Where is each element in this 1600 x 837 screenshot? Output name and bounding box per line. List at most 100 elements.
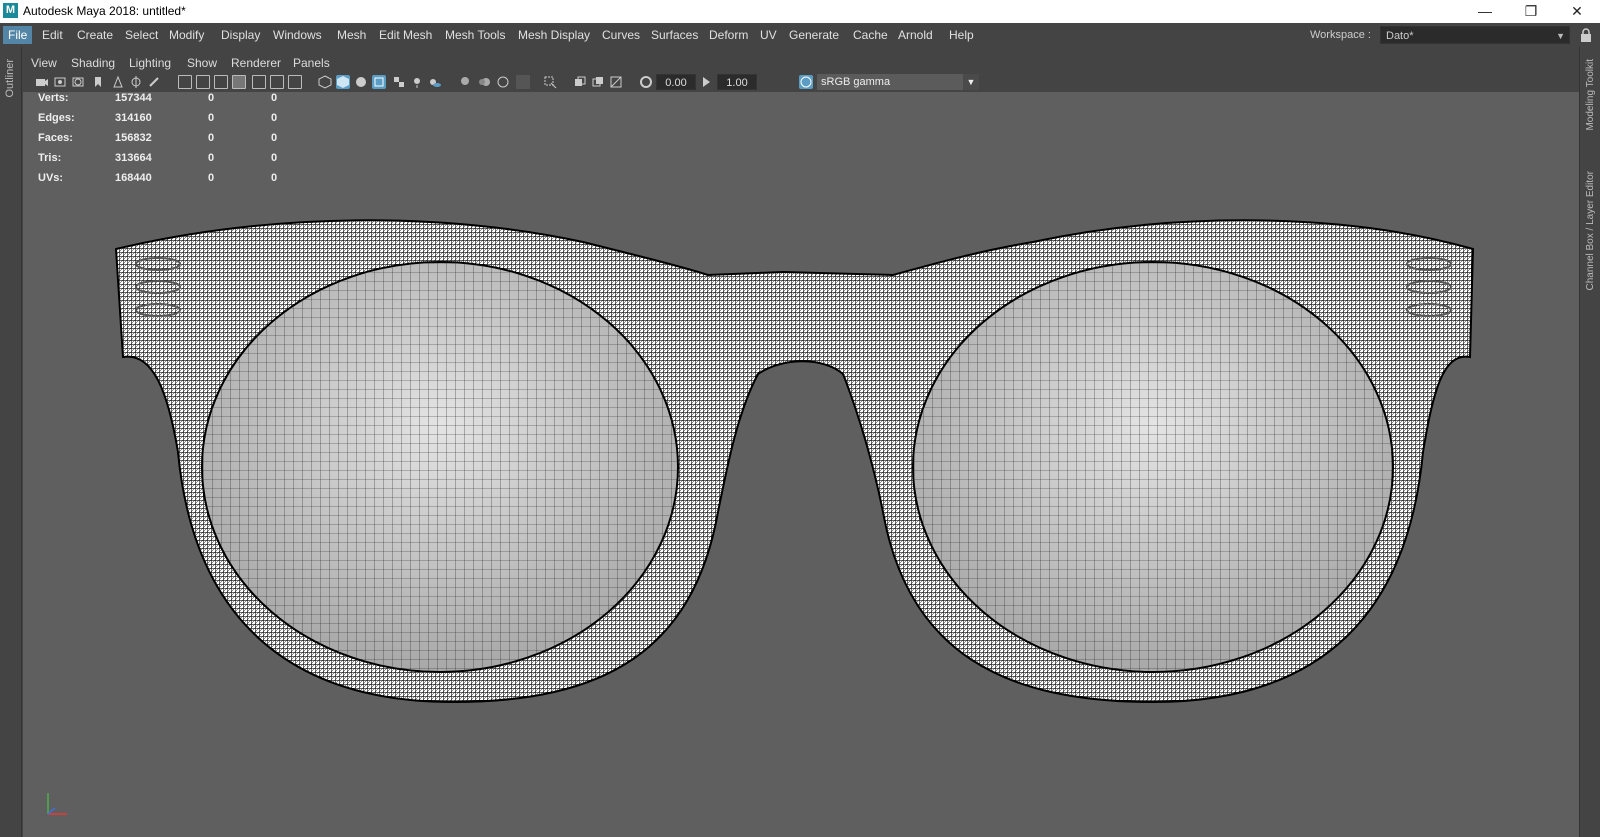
modeling-toolkit-tab[interactable]: Modeling Toolkit [1585,59,1596,131]
wireframe-icon[interactable] [318,75,332,89]
camera-attributes-icon[interactable] [71,75,85,89]
camera-icon[interactable] [35,75,49,89]
chevron-down-icon: ▼ [963,74,979,90]
hud-label: Verts: [38,92,69,104]
grease-pencil-icon[interactable] [147,75,161,89]
menu-edit-mesh[interactable]: Edit Mesh [374,26,437,44]
motion-blur-icon[interactable] [478,75,492,89]
menu-mesh-display[interactable]: Mesh Display [513,26,595,44]
depth-of-field-icon[interactable] [516,75,530,89]
gamma-field[interactable]: 1.00 [717,74,757,90]
menu-help[interactable]: Help [944,26,979,44]
menu-select[interactable]: Select [120,26,163,44]
channel-box-tab[interactable]: Channel Box / Layer Editor [1585,171,1596,291]
lock-camera-icon[interactable] [53,75,67,89]
xray-active-icon[interactable] [591,75,605,89]
menu-display[interactable]: Display [216,26,265,44]
hud-value: 0 [271,92,278,104]
left-panel-strip: Outliner [0,47,22,837]
hud-row: UVs: 168440 0 0 [38,172,308,190]
wireframe-on-shaded-icon[interactable] [354,75,368,89]
hud-value: 0 [271,132,278,144]
exposure-field[interactable]: 0.00 [656,74,696,90]
safe-action-icon[interactable] [270,75,284,89]
hud-value: 168440 [115,172,152,184]
maya-app-icon: M [3,3,18,18]
hud-value: 0 [208,132,215,144]
hud-row: Faces: 156832 0 0 [38,132,308,150]
color-space-value: sRGB gamma [821,76,891,88]
field-chart-icon[interactable] [252,75,266,89]
minimize-button[interactable]: — [1462,0,1508,23]
grid-icon[interactable] [178,75,192,89]
gate-mask-icon[interactable] [232,75,246,89]
textured-icon[interactable] [392,75,406,89]
lock-icon[interactable] [1580,28,1592,42]
chevron-down-icon: ▼ [1556,31,1565,41]
menu-windows[interactable]: Windows [268,26,327,44]
outliner-tab[interactable]: Outliner [4,59,16,98]
hud-row: Verts: 157344 0 0 [38,92,308,110]
right-panel-strip: Modeling Toolkit Channel Box / Layer Edi… [1579,47,1600,837]
menu-cache[interactable]: Cache [848,26,893,44]
panel-menu-panels[interactable]: Panels [293,56,330,70]
hud-value: 0 [208,92,215,104]
xray-joints-icon[interactable] [573,75,587,89]
view-axis-icon [47,793,67,815]
menu-curves[interactable]: Curves [597,26,645,44]
hud-value: 0 [208,172,215,184]
left-lens-grid [202,262,678,672]
gamma-icon[interactable] [700,75,714,89]
anti-aliasing-icon[interactable] [496,75,510,89]
shadows-icon[interactable] [428,75,442,89]
menu-file[interactable]: File [3,26,33,44]
panel-menu-show[interactable]: Show [187,56,217,70]
close-button[interactable]: ✕ [1554,0,1600,23]
restore-button[interactable]: ❐ [1508,0,1554,23]
sunglasses-wireframe-mesh [114,219,1475,704]
workspace-dropdown[interactable]: Dato* ▼ [1380,26,1570,44]
color-space-dropdown[interactable]: sRGB gamma ▼ [817,74,979,90]
isolate-select-icon[interactable] [543,75,557,89]
hud-value: 313664 [115,152,152,164]
resolution-gate-icon[interactable] [214,75,228,89]
hud-label: Edges: [38,112,75,124]
panel-menu-view[interactable]: View [31,56,57,70]
panel-menu-lighting[interactable]: Lighting [129,56,171,70]
menu-deform[interactable]: Deform [704,26,753,44]
smooth-shade-icon[interactable] [336,75,350,89]
workspace-label: Workspace : [1310,29,1371,41]
title-bar: M Autodesk Maya 2018: untitled* — ❐ ✕ [0,0,1600,23]
hud-value: 0 [271,112,278,124]
exposure-icon[interactable] [639,75,653,89]
panel-menu-bar: View Shading Lighting Show Renderer Pane… [23,54,1579,72]
panel-menu-shading[interactable]: Shading [71,56,115,70]
menu-mesh[interactable]: Mesh [332,26,371,44]
ambient-occlusion-icon[interactable] [458,75,472,89]
xray-icon[interactable] [372,75,386,89]
safe-title-icon[interactable] [288,75,302,89]
menu-create[interactable]: Create [72,26,118,44]
menu-uv[interactable]: UV [755,26,782,44]
menu-edit[interactable]: Edit [37,26,68,44]
menu-surfaces[interactable]: Surfaces [646,26,703,44]
hud-row: Tris: 313664 0 0 [38,152,308,170]
lights-icon[interactable] [410,75,424,89]
menu-modify[interactable]: Modify [164,26,209,44]
2d-pan-zoom-icon[interactable] [129,75,143,89]
hud-value: 0 [208,112,215,124]
film-gate-icon[interactable] [196,75,210,89]
backface-culling-icon[interactable] [609,75,623,89]
hud-value: 0 [208,152,215,164]
hud-value: 314160 [115,112,152,124]
image-plane-icon[interactable] [111,75,125,89]
viewport-3d[interactable]: Verts: 157344 0 0 Edges: 314160 0 0 Face… [23,92,1579,837]
panel-menu-renderer[interactable]: Renderer [231,56,281,70]
color-management-icon[interactable] [799,75,813,89]
menu-generate[interactable]: Generate [784,26,844,44]
menu-arnold[interactable]: Arnold [893,26,938,44]
window-title: Autodesk Maya 2018: untitled* [23,4,186,18]
bookmark-icon[interactable] [91,75,105,89]
right-lens-grid [913,262,1393,672]
menu-mesh-tools[interactable]: Mesh Tools [440,26,510,44]
